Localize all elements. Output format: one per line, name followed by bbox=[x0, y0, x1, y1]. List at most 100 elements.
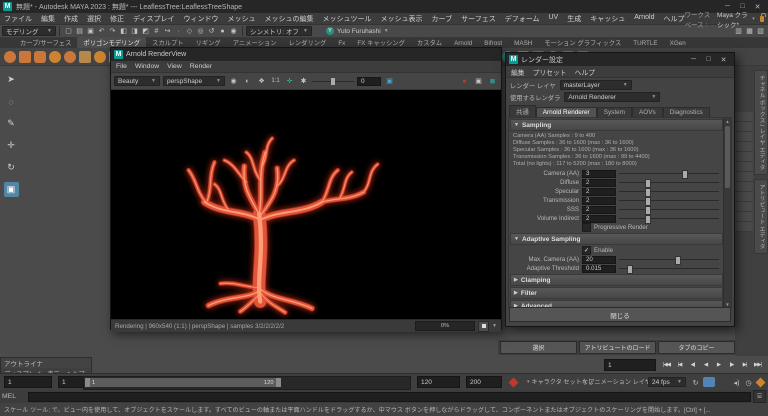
menu-サーフェス[interactable]: サーフェス bbox=[461, 14, 496, 24]
shelf-tab-カーブ/サーフェス[interactable]: カーブ/サーフェス bbox=[14, 37, 77, 48]
render-settings-tab-AOVs[interactable]: AOVs bbox=[632, 107, 663, 117]
minimize-button[interactable]: ─ bbox=[686, 54, 701, 65]
menu-メッシュ表示[interactable]: メッシュ表示 bbox=[381, 14, 423, 24]
attr-value-field[interactable]: 2 bbox=[582, 187, 616, 196]
select-component-icon[interactable]: ◩ bbox=[140, 26, 151, 37]
attr-value-field[interactable]: 2 bbox=[582, 205, 616, 214]
menu-メッシュ[interactable]: メッシュ bbox=[228, 14, 256, 24]
abort-render-icon[interactable]: ● bbox=[459, 76, 470, 87]
step-forward-key-button[interactable]: ▶| bbox=[738, 358, 751, 372]
move-tool[interactable]: ✛ bbox=[4, 138, 19, 153]
attr-value-field[interactable]: 2 bbox=[582, 178, 616, 187]
animation-end-field[interactable]: 200 bbox=[466, 376, 502, 388]
attribute-editor-toggle-icon[interactable]: ▧ bbox=[755, 26, 766, 37]
renderview-menu-view[interactable]: View bbox=[167, 63, 182, 70]
menu-選択[interactable]: 選択 bbox=[87, 14, 101, 24]
animation-prefs-clock-icon[interactable]: ◷ bbox=[743, 377, 754, 388]
make-live-icon[interactable]: ◎ bbox=[195, 26, 206, 37]
menu-ウィンドウ[interactable]: ウィンドウ bbox=[184, 14, 219, 24]
ae-button-タブのコピー[interactable]: タブのコピー bbox=[658, 341, 735, 354]
stop-render-button[interactable] bbox=[478, 320, 490, 332]
play-forward-button[interactable]: ▶ bbox=[712, 358, 725, 372]
exposure-slider[interactable] bbox=[312, 77, 354, 86]
go-to-start-button[interactable]: |◀◀ bbox=[660, 358, 673, 372]
snap-grid-icon[interactable]: # bbox=[151, 26, 162, 37]
shelf-tab-XGen[interactable]: XGen bbox=[664, 39, 692, 48]
attr-value-field[interactable]: 2 bbox=[582, 196, 616, 205]
animation-start-field[interactable]: 1 bbox=[4, 376, 52, 388]
menu-キャッシュ[interactable]: キャッシュ bbox=[590, 14, 625, 24]
render-settings-menu[interactable]: ヘルプ bbox=[575, 67, 595, 77]
auto-keyframe-icon[interactable] bbox=[755, 377, 766, 388]
adaptive-sampling-section-header[interactable]: ▼ Adaptive Sampling bbox=[510, 233, 723, 245]
menu-カーブ[interactable]: カーブ bbox=[432, 14, 453, 24]
attr-slider[interactable] bbox=[619, 264, 721, 274]
play-backward-button[interactable]: ◀ bbox=[699, 358, 712, 372]
command-input[interactable] bbox=[28, 391, 751, 402]
snap-point-icon[interactable]: ∙ bbox=[173, 26, 184, 37]
render-settings-tab-Diagnostics[interactable]: Diagnostics bbox=[662, 107, 710, 117]
renderview-titlebar[interactable]: M Arnold RenderView bbox=[111, 48, 501, 61]
redo-icon[interactable]: ↷ bbox=[107, 26, 118, 37]
sampling-section-header[interactable]: ▼ Sampling bbox=[510, 119, 723, 131]
menu-修正[interactable]: 修正 bbox=[110, 14, 124, 24]
set-key-icon[interactable] bbox=[508, 377, 519, 388]
progressive-render-checkbox[interactable] bbox=[582, 223, 591, 232]
attr-slider[interactable] bbox=[619, 196, 721, 206]
render-settings-tab-共通[interactable]: 共通 bbox=[509, 105, 536, 117]
poly-cone-icon[interactable] bbox=[49, 50, 61, 63]
close-render-settings-button[interactable]: 閉じる bbox=[509, 307, 731, 322]
render-settings-menu[interactable]: 編集 bbox=[511, 67, 525, 77]
speaker-icon[interactable]: ◂) bbox=[731, 377, 742, 388]
adaptive-enable-checkbox[interactable]: ✓ bbox=[582, 246, 591, 255]
playback-range-handle[interactable]: 1 120 bbox=[85, 378, 281, 387]
step-back-frame-button[interactable]: ◀| bbox=[686, 358, 699, 372]
debug-shading-icon[interactable]: ❖ bbox=[256, 76, 267, 87]
camera-dropdown[interactable]: perspShape ▼ bbox=[163, 76, 225, 86]
menu-デフォーム[interactable]: デフォーム bbox=[505, 14, 540, 24]
section-header-filter[interactable]: ▶ Filter bbox=[510, 287, 723, 299]
snapshot-icon[interactable]: ◉ bbox=[228, 76, 239, 87]
poly-plane-icon[interactable] bbox=[79, 50, 91, 63]
render-layer-dropdown[interactable]: masterLayer ▼ bbox=[559, 80, 632, 90]
renderview-menu-file[interactable]: File bbox=[116, 63, 127, 70]
step-forward-frame-button[interactable]: |▶ bbox=[725, 358, 738, 372]
fps-dropdown[interactable]: 24 fps ▼ bbox=[648, 377, 686, 387]
renderer-dropdown[interactable]: Arnold Renderer ▼ bbox=[564, 92, 661, 102]
poly-cylinder-icon[interactable] bbox=[34, 50, 46, 63]
snap-plane-icon[interactable]: ◇ bbox=[184, 26, 195, 37]
display-gamma-icon[interactable]: ◐ bbox=[242, 76, 253, 87]
menu-Arnold[interactable]: Arnold bbox=[634, 14, 654, 24]
renderview-menu-window[interactable]: Window bbox=[135, 63, 159, 70]
range-end-handle[interactable] bbox=[275, 378, 281, 387]
snap-curve-icon[interactable]: ↪ bbox=[162, 26, 173, 37]
construction-history-icon[interactable]: ↺ bbox=[206, 26, 217, 37]
menu-メッシュの編集[interactable]: メッシュの編集 bbox=[265, 14, 314, 24]
options-gear-icon[interactable]: ✱ bbox=[298, 76, 309, 87]
attr-slider[interactable] bbox=[619, 255, 721, 265]
rotate-tool[interactable]: ↻ bbox=[4, 160, 19, 175]
render-settings-titlebar[interactable]: M レンダー設定 ─ □ ✕ bbox=[506, 53, 734, 66]
menu-メッシュツール[interactable]: メッシュツール bbox=[323, 14, 372, 24]
ipr-render-icon[interactable]: ◉ bbox=[228, 26, 239, 37]
menu-編集[interactable]: 編集 bbox=[41, 14, 55, 24]
attr-value-field[interactable]: 0.015 bbox=[582, 264, 616, 273]
shelf-tab-MASH[interactable]: MASH bbox=[508, 39, 538, 48]
lasso-tool[interactable]: ◌ bbox=[4, 94, 19, 109]
menu-ヘルプ[interactable]: ヘルプ bbox=[663, 14, 684, 24]
render-image[interactable] bbox=[111, 90, 501, 319]
menu-作成[interactable]: 作成 bbox=[64, 14, 78, 24]
shelf-tab-モーション グラフィックス[interactable]: モーション グラフィックス bbox=[538, 37, 627, 48]
shelf-tab-TURTLE[interactable]: TURTLE bbox=[627, 39, 663, 48]
attr-slider[interactable] bbox=[619, 187, 721, 197]
poly-torus-icon[interactable] bbox=[64, 50, 76, 63]
sidebar-tab[interactable]: アトリビュート エディタ bbox=[754, 179, 768, 255]
new-scene-icon[interactable]: ▢ bbox=[63, 26, 74, 37]
exposure-field[interactable]: 0 bbox=[357, 76, 381, 86]
open-scene-icon[interactable]: ▤ bbox=[74, 26, 85, 37]
select-tool[interactable]: ➤ bbox=[4, 72, 19, 87]
menu-生成[interactable]: 生成 bbox=[567, 14, 581, 24]
workspace-lock-icon[interactable] bbox=[759, 12, 767, 22]
attr-slider[interactable] bbox=[619, 178, 721, 188]
go-to-end-button[interactable]: ▶▶| bbox=[751, 358, 764, 372]
